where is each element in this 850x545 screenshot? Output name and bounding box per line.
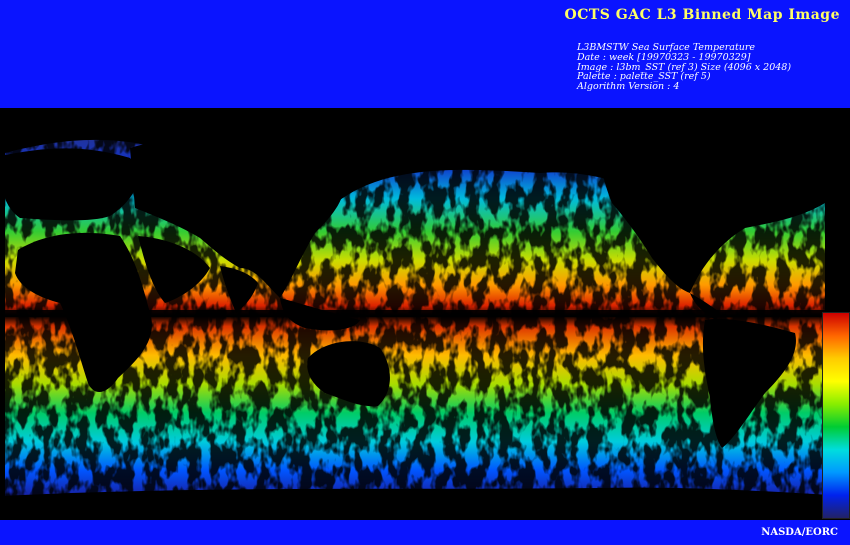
footer-banner: NASDA/EORC (0, 520, 850, 545)
image-info: L3BMSTW Sea Surface Temperature Date : w… (577, 43, 791, 92)
credit-label: NASDA/EORC (761, 527, 838, 538)
sst-map-canvas (0, 108, 850, 520)
land-europe (0, 148, 139, 221)
sst-colorbar (822, 312, 850, 519)
sst-map (0, 108, 850, 520)
info-algorithm-line: Algorithm Version : 4 (577, 81, 680, 93)
header-banner: OCTS GAC L3 Binned Map Image L3BMSTW Sea… (0, 0, 850, 108)
page-title: OCTS GAC L3 Binned Map Image (564, 7, 840, 23)
land-antarctica (0, 487, 850, 520)
